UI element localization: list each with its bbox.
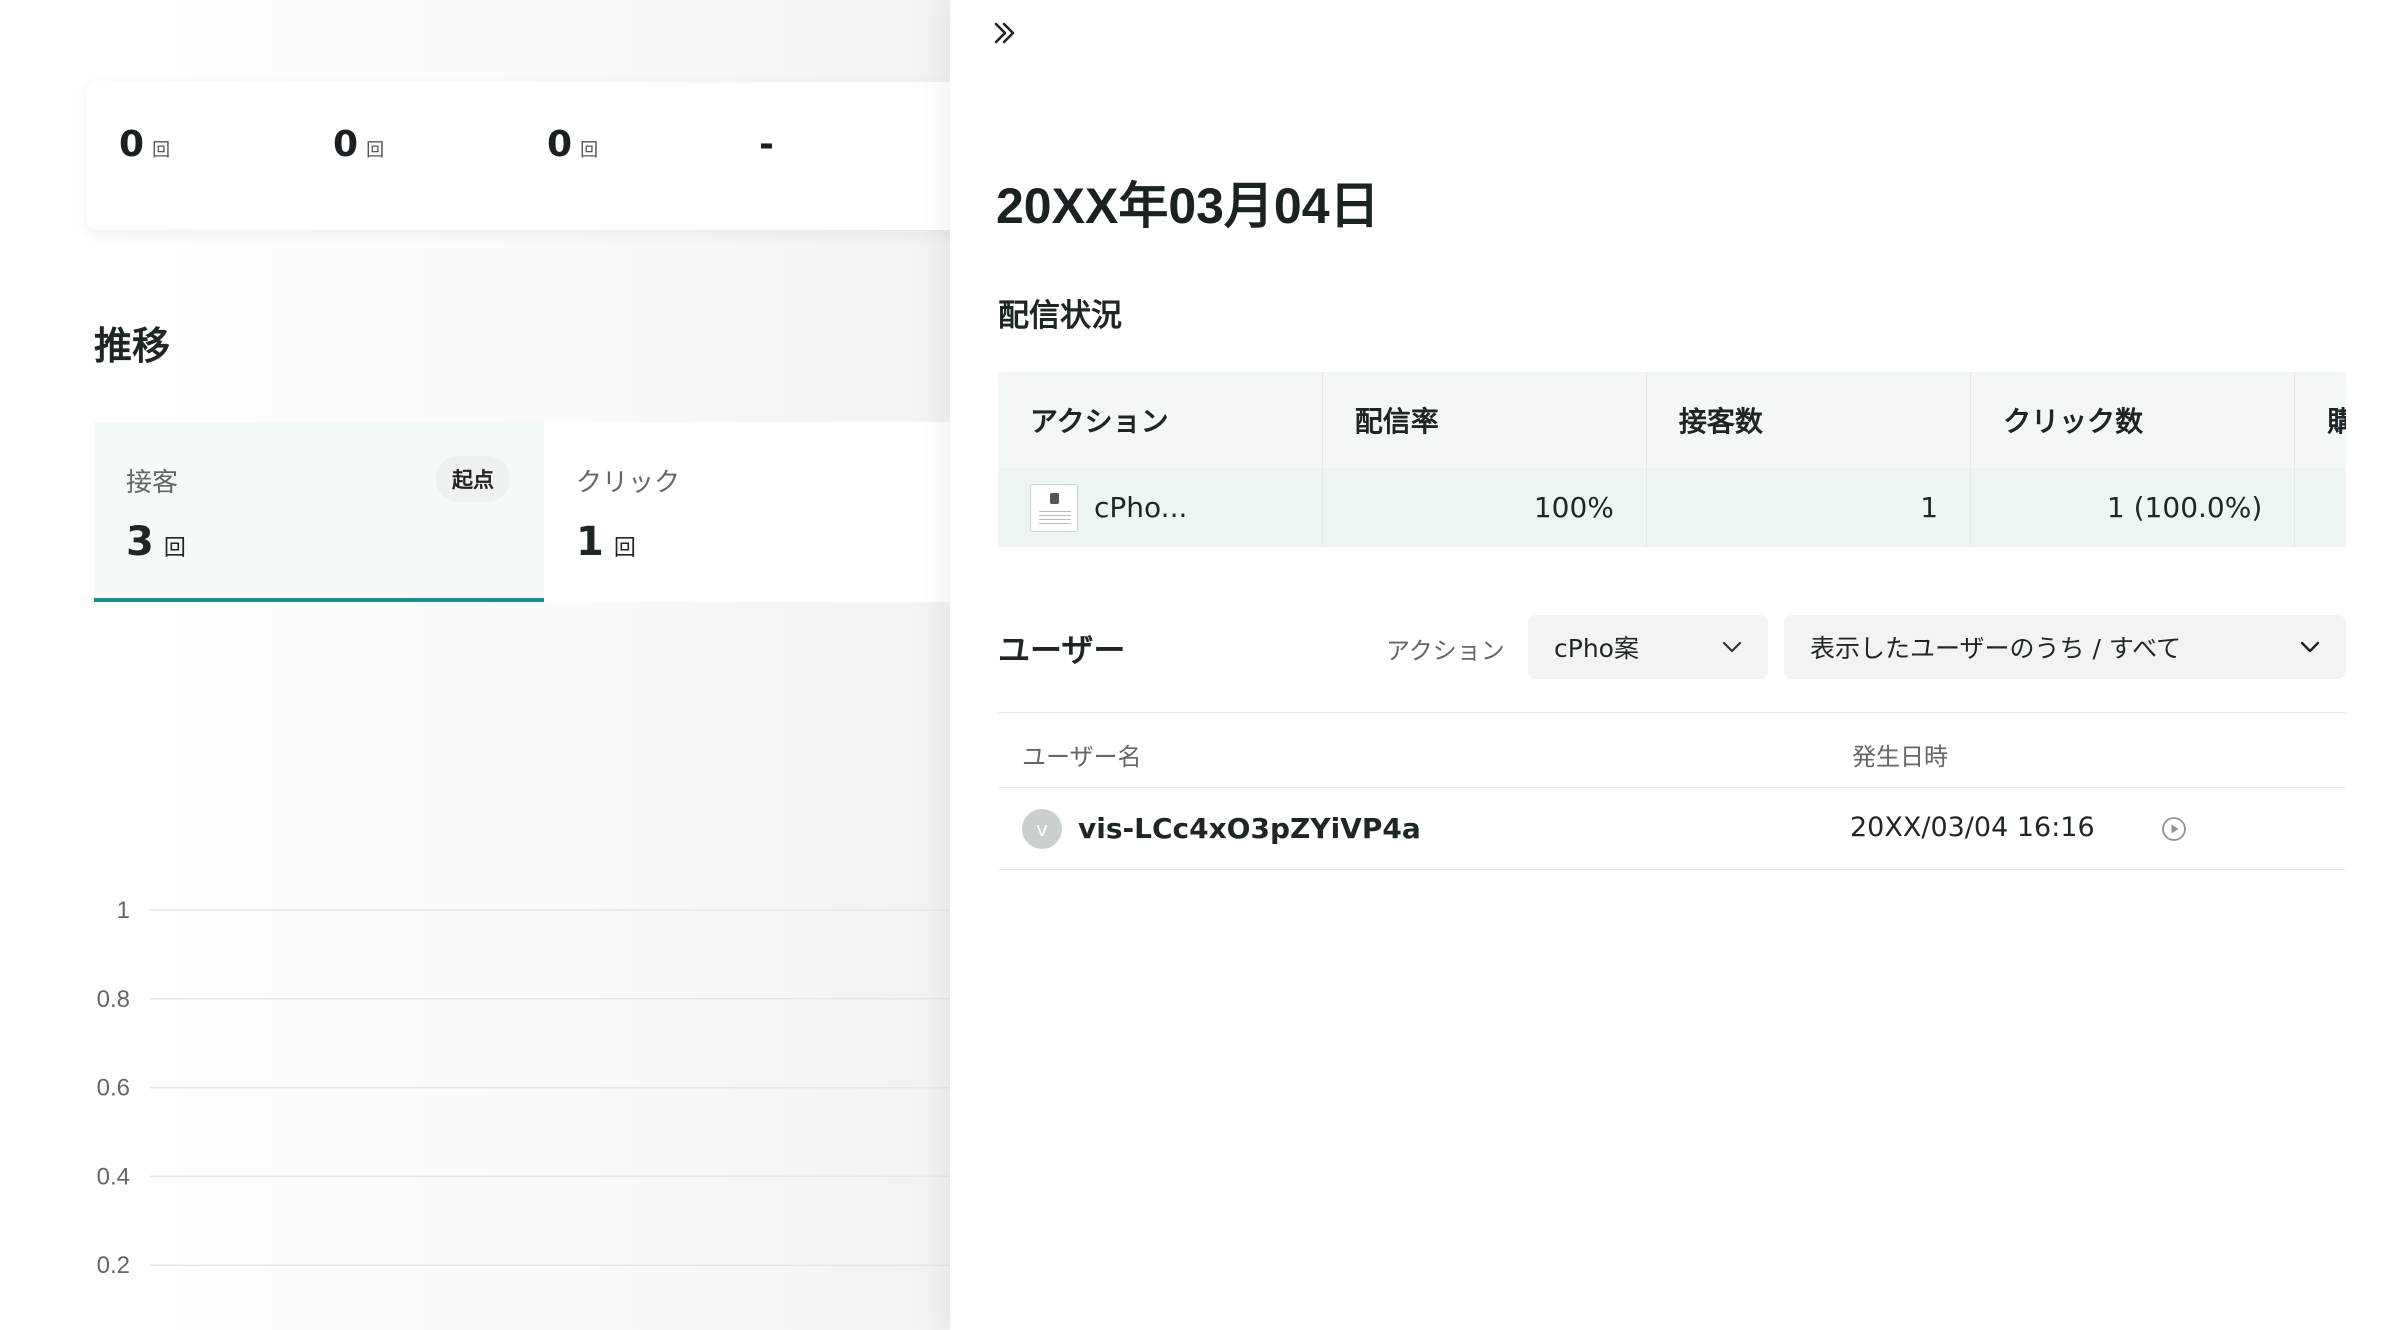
event-datetime: 20XX/03/04 16:16 [1850, 812, 2095, 843]
action-thumbnail [1030, 483, 1078, 532]
column-header-username: ユーザー名 [1022, 743, 1142, 771]
stat-value: 0 [547, 124, 573, 165]
column-header-action[interactable]: アクション [998, 372, 1323, 468]
stat-unit: 回 [152, 140, 171, 161]
stat-item: 0 回 [119, 124, 170, 165]
table-row[interactable]: cPho... 100% 1 1 (100.0%) [998, 468, 2346, 547]
metric-tab-label: クリック [576, 468, 681, 498]
users-heading: ユーザー [998, 631, 1126, 669]
y-tick-label: 1 [117, 897, 130, 924]
metric-tabs: 接客 起点 3 回 クリック 1 回 [94, 422, 950, 602]
user-table-header: ユーザー名 発生日時 [998, 712, 2346, 788]
action-select[interactable]: cPho案 [1528, 615, 1768, 679]
column-header-datetime: 発生日時 [1852, 743, 1948, 771]
column-header-purchases[interactable]: 購入数 [2294, 372, 2346, 468]
metric-unit: 回 [163, 536, 186, 561]
user-scope-select-value: 表示したユーザーのうち / すべて [1810, 634, 2182, 663]
stat-value: 0 [119, 124, 145, 165]
column-header-rate[interactable]: 配信率 [1322, 372, 1647, 468]
collapse-drawer-button[interactable] [986, 14, 1026, 54]
table-row[interactable]: v vis-LCc4xO3pZYiVP4a 20XX/03/04 16:16 [998, 788, 2346, 870]
y-tick-label: 0.6 [97, 1075, 130, 1102]
column-header-serves[interactable]: 接客数 [1646, 372, 1972, 468]
background-page: 0 回 0 回 0 回 - 推移 接客 起点 3 回 クリック 1 回 1 0.… [0, 0, 950, 1330]
metric-tab-serve[interactable]: 接客 起点 3 回 [94, 422, 544, 602]
metric-value: 1 [576, 519, 604, 565]
stats-summary-card: 0 回 0 回 0 回 - [87, 82, 950, 230]
stat-value: 0 [333, 124, 359, 165]
delivery-status-heading: 配信状況 [998, 298, 1122, 334]
user-scope-select[interactable]: 表示したユーザーのうち / すべて [1784, 615, 2346, 679]
rate-cell: 100% [1322, 468, 1647, 547]
stat-item: 0 回 [547, 124, 598, 165]
delivery-table: アクション 配信率 接客数 クリック数 購入数 cPho... 100% [998, 372, 2346, 547]
stat-item: 0 回 [333, 124, 384, 165]
action-name: cPho... [1094, 491, 1188, 524]
play-circle-icon[interactable] [2160, 815, 2188, 843]
column-header-clicks[interactable]: クリック数 [1970, 372, 2296, 468]
stat-value: - [759, 124, 774, 165]
table-header-row: アクション 配信率 接客数 クリック数 購入数 [998, 372, 2346, 468]
action-cell: cPho... [998, 468, 1323, 547]
double-chevron-right-icon [994, 22, 1015, 44]
trend-chart: 1 0.8 0.6 0.4 0.2 [97, 897, 950, 1279]
chevron-down-icon [1722, 641, 1742, 653]
chevron-down-icon [2300, 641, 2320, 653]
action-filter-label: アクション [1386, 637, 1505, 665]
metric-tab-click[interactable]: クリック 1 回 [544, 422, 950, 602]
y-tick-label: 0.4 [97, 1163, 130, 1190]
metric-value: 3 [126, 519, 154, 565]
clicks-cell: 1 (100.0%) [1970, 468, 2296, 547]
stat-item: - [759, 124, 774, 165]
date-detail-drawer: 20XX年03月04日 配信状況 アクション 配信率 接客数 クリック数 購入数 [950, 0, 2382, 1330]
metric-unit: 回 [613, 536, 636, 561]
y-tick-label: 0.2 [97, 1252, 130, 1279]
stat-unit: 回 [580, 140, 599, 161]
origin-badge: 起点 [436, 456, 510, 502]
user-name-link[interactable]: vis-LCc4xO3pZYiVP4a [1078, 812, 1421, 845]
section-title-trend: 推移 [94, 324, 171, 368]
y-tick-label: 0.8 [97, 986, 130, 1013]
purchases-cell [2294, 468, 2346, 547]
drawer-title-date: 20XX年03月04日 [996, 178, 1380, 234]
action-select-value: cPho案 [1554, 634, 1639, 663]
avatar: v [1022, 809, 1062, 849]
serves-cell: 1 [1646, 468, 1972, 547]
stat-unit: 回 [366, 140, 385, 161]
delivery-table-scroll[interactable]: アクション 配信率 接客数 クリック数 購入数 cPho... 100% [998, 372, 2346, 547]
